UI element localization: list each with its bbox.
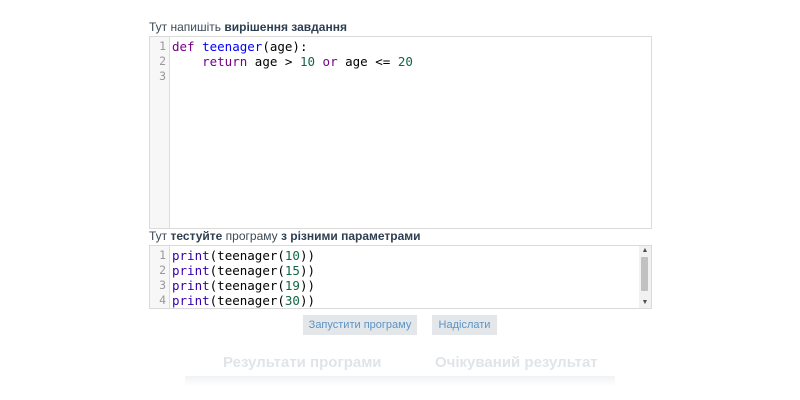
code-line: print(teenager(30)) [172,293,316,308]
line-number: 1 [159,248,166,262]
line-number-gutter: 1 2 3 [150,37,170,228]
results-fade-overlay [185,376,615,386]
code-line: def teenager(age): [172,39,308,54]
test-code-editor[interactable]: 1 2 3 4 print(teenager(10)) print(teenag… [149,245,652,309]
line-number: 1 [159,39,166,53]
solution-label: Тут напишіть вирішення завдання [149,20,347,34]
line-number: 4 [159,293,166,307]
solution-code-editor[interactable]: 1 2 3 def teenager(age): return age > 10… [149,36,652,229]
code-line: print(teenager(15)) [172,263,316,278]
scrollbar-thumb[interactable] [641,257,648,291]
line-number: 3 [159,278,166,292]
editor-scrollbar[interactable]: ▲ ▼ [639,246,651,308]
submit-button[interactable]: Надіслати [432,315,497,335]
scroll-down-arrow-icon[interactable]: ▼ [639,298,651,308]
code-line: print(teenager(10)) [172,248,316,263]
line-number: 2 [159,54,166,68]
program-results-heading: Результати програми [223,354,382,371]
scroll-up-arrow-icon[interactable]: ▲ [639,246,651,256]
line-number-gutter: 1 2 3 4 [150,246,170,308]
run-program-button[interactable]: Запустити програму [303,315,417,335]
test-label: Тут тестуйте програму з різними параметр… [149,229,421,243]
line-number: 2 [159,263,166,277]
expected-result-heading: Очікуваний результат [435,354,598,371]
line-number: 3 [159,69,166,83]
code-line: print(teenager(19)) [172,278,316,293]
code-line: return age > 10 or age <= 20 [202,54,413,69]
